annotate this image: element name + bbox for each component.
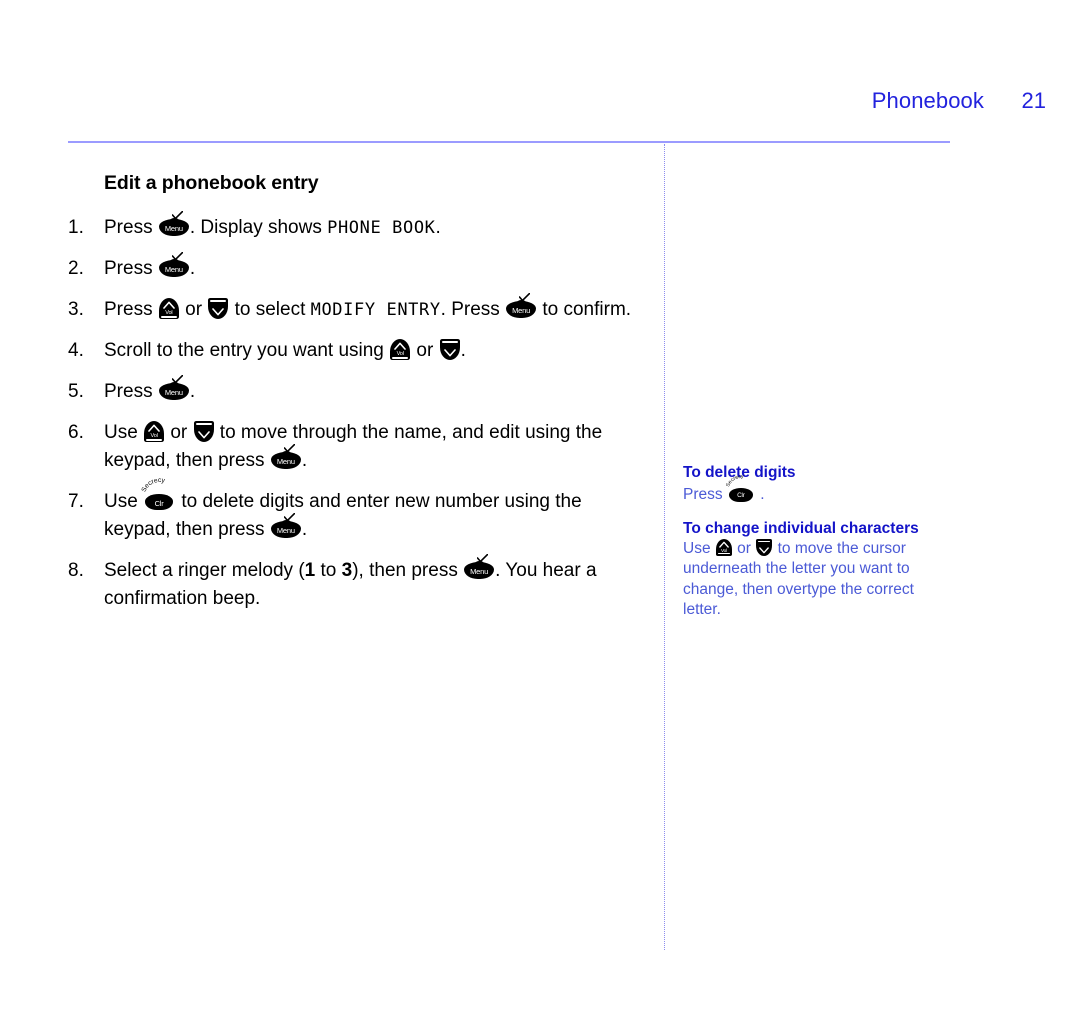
sidebar-note-body: Use Vol or to move the cursor underneath… xyxy=(683,538,914,618)
step-text: Use Vol or to move through the name, and… xyxy=(104,421,603,471)
volume-up-key-icon: Vol xyxy=(715,538,732,556)
procedure-step: 7. Use Secrecy Clr to delete digits and en… xyxy=(68,476,648,544)
menu-key-icon: Menu xyxy=(270,444,301,469)
step-text: Press Menu. xyxy=(104,252,195,279)
chapter-title: Phonebook xyxy=(871,88,984,113)
procedure-step: 8. Select a ringer melody (1 to 3), then … xyxy=(68,554,648,613)
clr-key-icon: Secrecy Clr xyxy=(141,477,174,510)
step-number: 6. xyxy=(68,422,84,443)
sidebar-note-body: Press Secrecy Clr . xyxy=(683,473,765,503)
procedure-step-list: 1. Press Menu. Display shows PHONE BOOK. 2… xyxy=(68,211,648,613)
volume-up-key-icon: Vol xyxy=(390,339,411,360)
step-number: 2. xyxy=(68,258,84,279)
step-text: Use Secrecy Clr to delete digits and ente… xyxy=(104,476,582,540)
step-text: Scroll to the entry you want using Vol o… xyxy=(104,339,466,361)
emphasis-text: 3 xyxy=(341,560,353,581)
procedure-step: 3. Press Vol or to select MODIFY ENTRY. P… xyxy=(68,293,648,324)
header-rule xyxy=(68,141,950,143)
step-text: Press Vol or to select MODIFY ENTRY. Pre… xyxy=(104,293,631,320)
page-title: Edit a phonebook entry xyxy=(104,172,319,194)
sidebar-note-title: To change individual characters xyxy=(683,519,919,537)
volume-down-key-icon xyxy=(208,298,229,319)
clr-key-icon: Secrecy Clr xyxy=(725,474,754,502)
step-number: 7. xyxy=(68,491,84,512)
step-number: 4. xyxy=(68,340,84,361)
column-divider xyxy=(664,144,665,950)
page-number: 21 xyxy=(1021,88,1046,113)
step-text: Select a ringer melody (1 to 3), then pr… xyxy=(104,554,597,609)
procedure-step: 2. Press Menu. xyxy=(68,252,648,283)
step-number: 1. xyxy=(68,217,84,238)
emphasis-text: 1 xyxy=(304,560,316,581)
main-column: Edit a phonebook entry 1. Press Menu. Dis… xyxy=(68,172,648,626)
volume-up-key-icon: Vol xyxy=(144,421,165,442)
step-number: 3. xyxy=(68,299,84,320)
procedure-step: 1. Press Menu. Display shows PHONE BOOK. xyxy=(68,211,648,242)
volume-down-key-icon xyxy=(439,339,460,360)
sidebar-note-title: To delete digits xyxy=(683,464,796,481)
menu-key-icon: Menu xyxy=(158,375,189,400)
svg-text:Secrecy: Secrecy xyxy=(141,477,166,493)
menu-key-icon: Menu xyxy=(158,211,189,236)
menu-key-icon: Menu xyxy=(464,554,495,579)
step-text: Press Menu. xyxy=(104,375,195,402)
step-number: 8. xyxy=(68,560,84,581)
volume-up-key-icon: Vol xyxy=(158,298,179,319)
menu-key-icon: Menu xyxy=(506,293,537,318)
procedure-step: 6. Use Vol or to move through the name, a… xyxy=(68,419,648,475)
procedure-step: 4. Scroll to the entry you want using Vol… xyxy=(68,337,648,365)
step-number: 5. xyxy=(68,381,84,402)
sidebar-notes: To delete digits Press Secrecy Clr . To cha… xyxy=(683,462,955,633)
procedure-step: 5. Press Menu. xyxy=(68,375,648,406)
step-text: Press Menu. Display shows PHONE BOOK. xyxy=(104,211,441,238)
display-text: PHONE BOOK xyxy=(327,218,436,238)
volume-down-key-icon xyxy=(193,421,214,442)
volume-down-key-icon xyxy=(756,538,773,556)
display-text: MODIFY ENTRY xyxy=(310,300,441,320)
menu-key-icon: Menu xyxy=(158,252,189,277)
page-header: Phonebook 21 xyxy=(0,88,1046,114)
menu-key-icon: Menu xyxy=(270,513,301,538)
